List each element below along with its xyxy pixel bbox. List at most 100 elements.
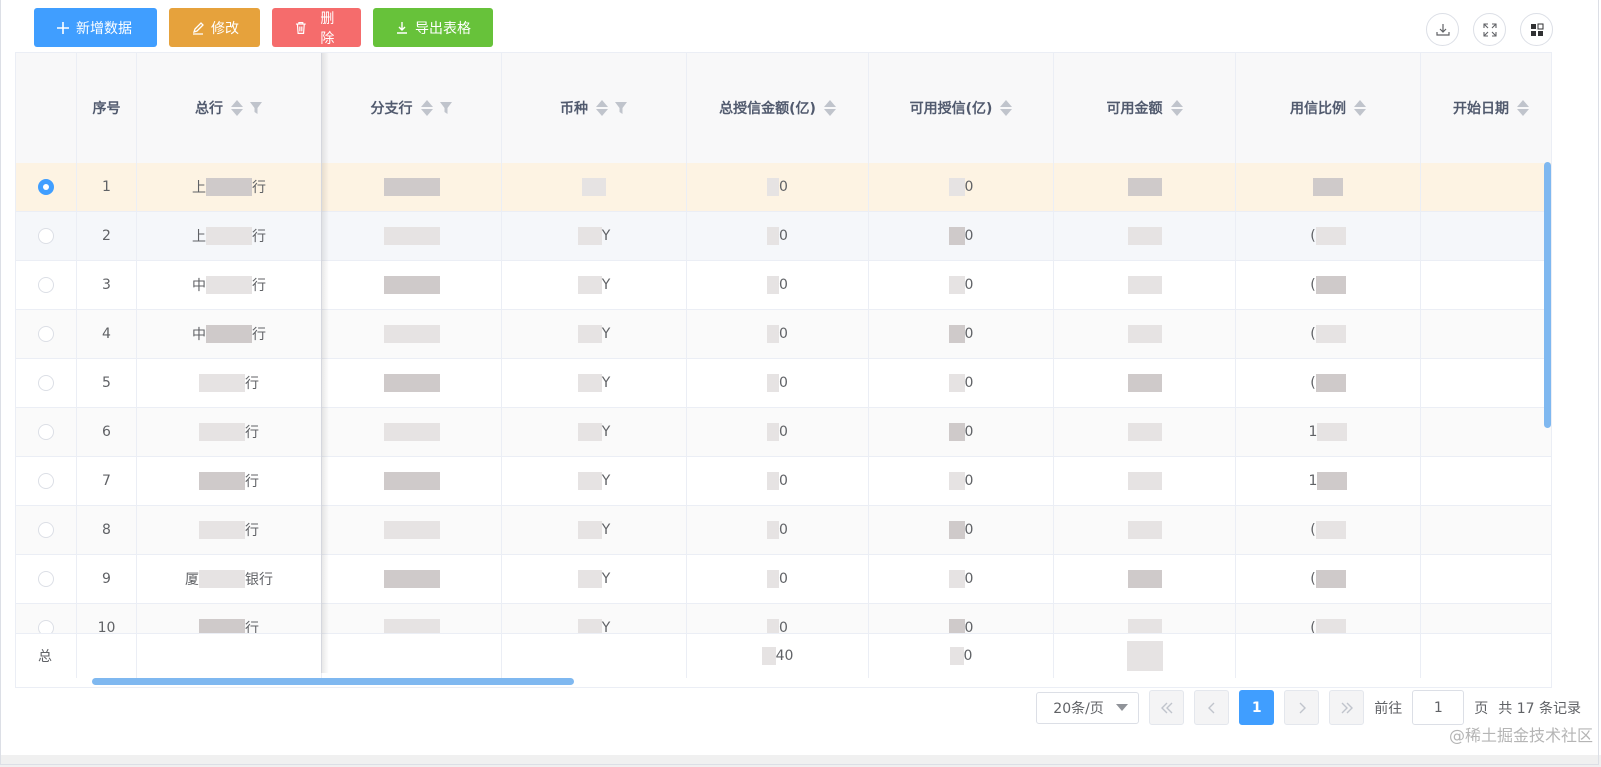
row-radio[interactable] — [38, 473, 54, 489]
row-radio[interactable] — [38, 571, 54, 587]
table-row[interactable]: 3 中行 Y 0 0( — [16, 261, 1551, 310]
page-number-button[interactable]: 1 — [1239, 690, 1275, 725]
table-row[interactable]: 4 中行 Y 0 0( — [16, 310, 1551, 359]
row-usage-ratio-cell: ( — [1236, 506, 1421, 554]
last-page-button[interactable] — [1329, 690, 1365, 725]
total-credit-suffix: 0 — [779, 228, 788, 244]
sort-icon[interactable] — [1517, 100, 1529, 116]
row-usage-ratio-cell: ( — [1236, 212, 1421, 260]
masked-value — [948, 276, 965, 294]
total-credit-suffix: 0 — [779, 473, 788, 489]
download-button[interactable] — [1426, 13, 1459, 46]
table-row[interactable]: 8 行 Y 0 0 ( — [16, 506, 1551, 555]
vertical-scrollbar[interactable] — [1544, 162, 1551, 428]
row-radio-cell[interactable] — [16, 506, 77, 554]
fullscreen-button[interactable] — [1473, 13, 1506, 46]
row-available-amount-cell — [1054, 310, 1236, 358]
table-row[interactable]: 5 行 Y 0 0 ( — [16, 359, 1551, 408]
edit-button[interactable]: 修改 — [169, 8, 260, 47]
header-usage-ratio[interactable]: 用信比例 — [1236, 53, 1421, 163]
summary-empty — [1236, 634, 1421, 678]
delete-button[interactable]: 删除 — [272, 8, 361, 47]
masked-value — [1315, 521, 1346, 539]
layout-icon — [1530, 23, 1543, 36]
header-currency[interactable]: 币种 — [502, 53, 687, 163]
row-radio-cell[interactable] — [16, 408, 77, 456]
row-radio[interactable] — [38, 326, 54, 342]
next-page-button[interactable] — [1284, 690, 1320, 725]
masked-value — [767, 227, 780, 245]
header-head-bank[interactable]: 总行 — [137, 53, 322, 163]
header-available-amount[interactable]: 可用金额 — [1054, 53, 1236, 163]
row-total-credit-cell: 0 — [687, 506, 869, 554]
summary-label: 总 — [16, 634, 77, 678]
row-head-bank-cell: 中行 — [137, 261, 322, 309]
sort-icon[interactable] — [1000, 100, 1013, 116]
add-data-button[interactable]: 新增数据 — [34, 8, 157, 47]
row-radio-cell[interactable] — [16, 457, 77, 505]
table-row[interactable]: 9 厦 银行 Y 0 0 ( — [16, 555, 1551, 604]
row-radio[interactable] — [38, 277, 54, 293]
export-table-button[interactable]: 导出表格 — [373, 8, 493, 47]
row-radio[interactable] — [38, 522, 54, 538]
total-credit-suffix: 0 — [779, 326, 788, 342]
sort-icon[interactable] — [231, 100, 243, 116]
header-start-date[interactable]: 开始日期 — [1421, 53, 1551, 163]
sort-icon[interactable] — [420, 100, 433, 116]
horizontal-scrollbar[interactable] — [92, 678, 574, 685]
row-branch-cell — [322, 408, 502, 456]
filter-icon[interactable] — [614, 101, 628, 115]
sort-icon[interactable] — [1170, 100, 1183, 116]
masked-value — [948, 227, 965, 245]
masked-value — [383, 521, 440, 539]
column-settings-button[interactable] — [1520, 13, 1553, 46]
row-radio-cell[interactable] — [16, 555, 77, 603]
header-total-credit[interactable]: 总授信金额(亿) — [687, 53, 869, 163]
table-row[interactable]: 6 行 Y 0 0 1 — [16, 408, 1551, 457]
row-start-date-cell — [1421, 408, 1551, 456]
header-available-credit[interactable]: 可用授信(亿) — [869, 53, 1054, 163]
row-usage-ratio-cell: ( — [1236, 555, 1421, 603]
row-branch-cell — [322, 163, 502, 211]
row-radio[interactable] — [38, 179, 54, 195]
first-page-button[interactable] — [1149, 690, 1185, 725]
prev-page-button[interactable] — [1194, 690, 1230, 725]
row-radio-cell[interactable] — [16, 163, 77, 211]
goto-suffix: 页 — [1474, 700, 1489, 717]
table-row[interactable]: 2 上行 Y 0 0( — [16, 212, 1551, 261]
masked-value — [577, 570, 602, 588]
row-radio-cell[interactable] — [16, 359, 77, 407]
total-credit-suffix: 0 — [779, 375, 788, 391]
row-radio-cell[interactable] — [16, 212, 77, 260]
row-radio[interactable] — [38, 228, 54, 244]
sort-icon[interactable] — [823, 100, 836, 116]
row-available-credit-cell: 0 — [869, 212, 1054, 260]
row-radio-cell[interactable] — [16, 261, 77, 309]
row-available-amount-cell — [1054, 212, 1236, 260]
row-radio[interactable] — [38, 424, 54, 440]
row-total-credit-cell: 0 — [687, 212, 869, 260]
sort-icon[interactable] — [1354, 100, 1366, 116]
filter-icon[interactable] — [439, 101, 453, 115]
row-index-cell: 9 — [77, 555, 137, 603]
row-index-cell: 1 — [77, 163, 137, 211]
page-size-select[interactable]: 20条/页 — [1036, 691, 1140, 724]
trash-icon — [295, 21, 306, 34]
row-index-cell: 2 — [77, 212, 137, 260]
table-row[interactable]: 7 行 Y 0 0 1 — [16, 457, 1551, 506]
masked-value — [1127, 374, 1162, 392]
row-index-cell: 4 — [77, 310, 137, 358]
filter-icon[interactable] — [249, 101, 263, 115]
masked-value — [1127, 227, 1162, 245]
row-radio-cell[interactable] — [16, 310, 77, 358]
masked-value — [1317, 472, 1348, 490]
sort-icon[interactable] — [596, 100, 608, 116]
header-branch[interactable]: 分支行 — [322, 53, 502, 163]
row-radio[interactable] — [38, 375, 54, 391]
goto-page-input[interactable] — [1412, 690, 1465, 725]
table-row[interactable]: 1上行00 — [16, 163, 1551, 212]
header-index-label: 序号 — [92, 101, 121, 117]
row-currency-cell: Y — [502, 555, 687, 603]
row-head-bank-cell: 上行 — [137, 163, 322, 211]
header-start-date-label: 开始日期 — [1453, 101, 1509, 117]
